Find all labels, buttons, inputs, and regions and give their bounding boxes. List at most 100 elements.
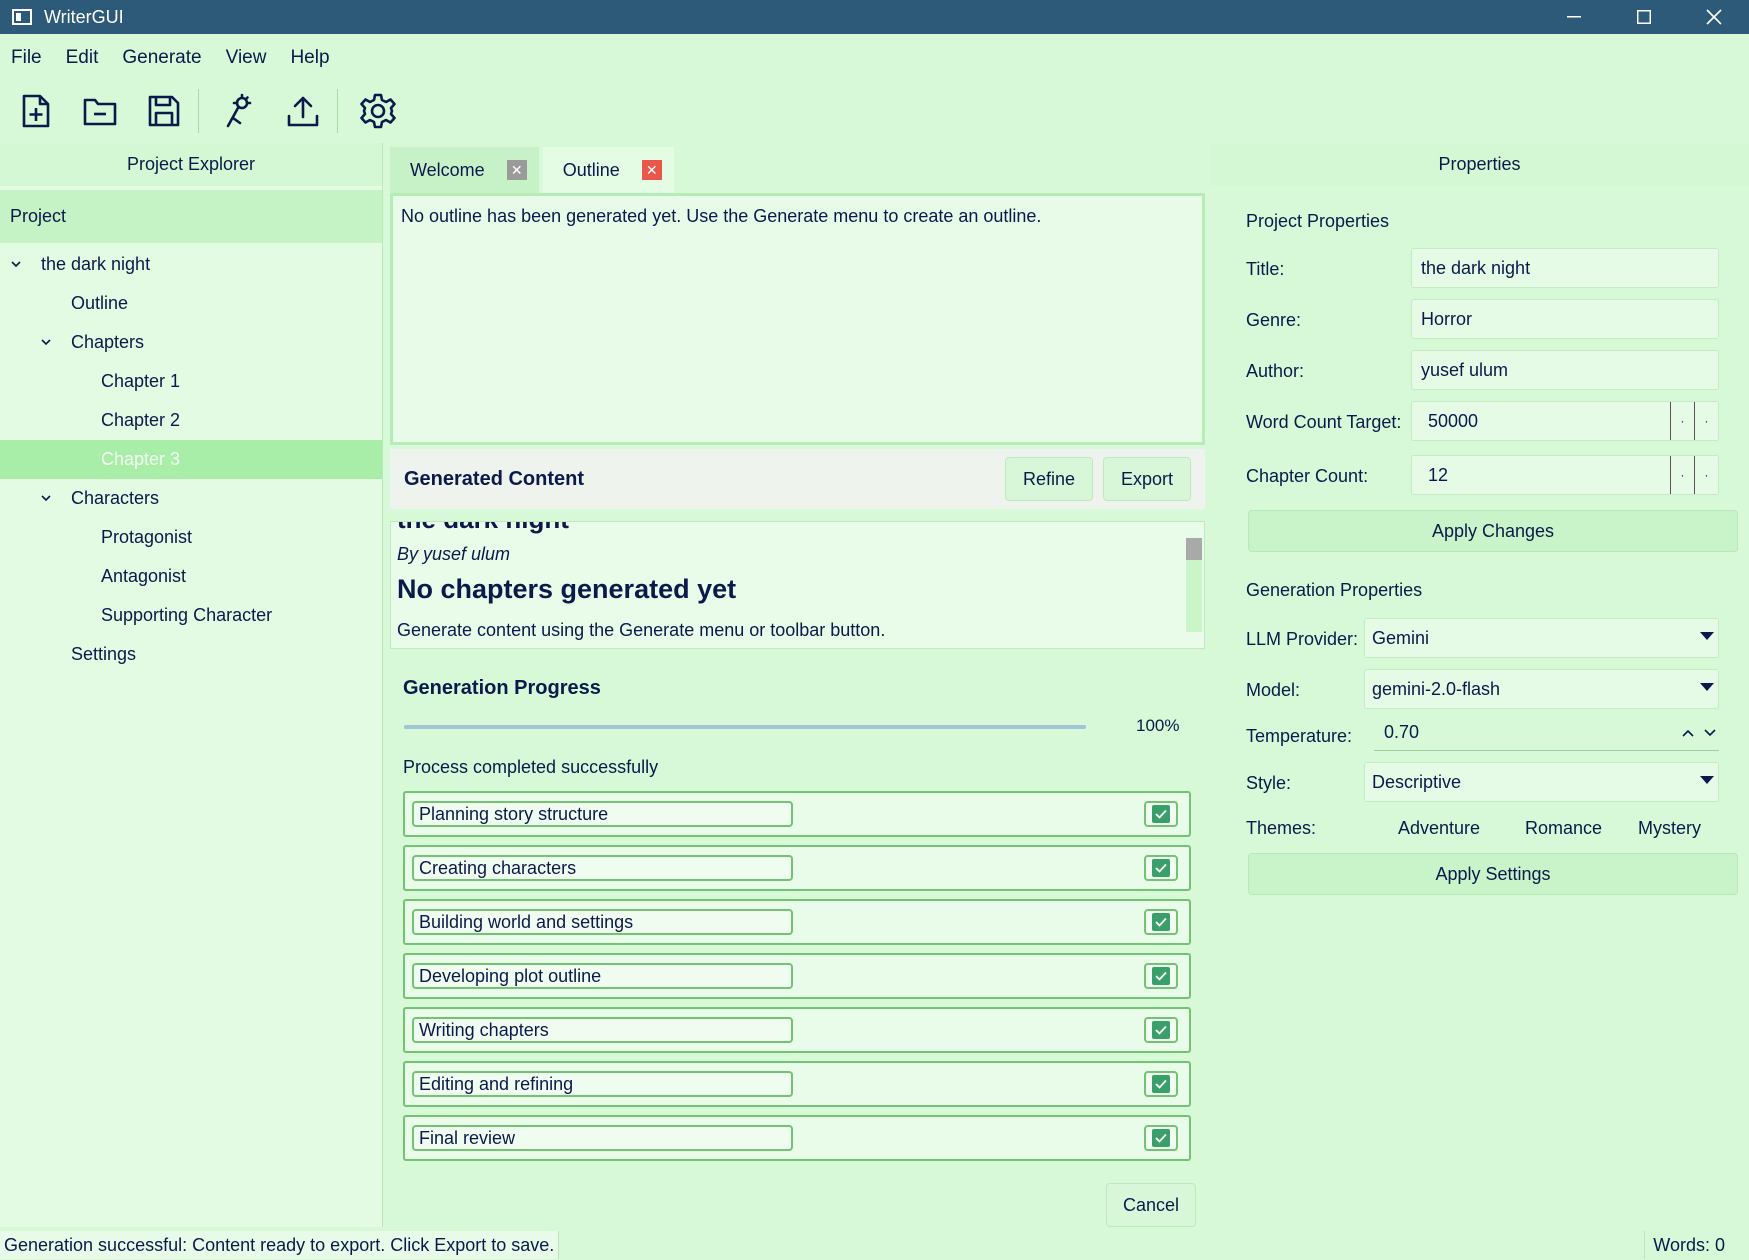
tab-outline[interactable]: Outline ✕ bbox=[542, 147, 674, 193]
menu-generate[interactable]: Generate bbox=[110, 47, 213, 69]
generation-properties-title: Generation Properties bbox=[1246, 580, 1423, 600]
chapter-count-spinbox[interactable]: 12 · · bbox=[1411, 455, 1719, 495]
editor-area: Welcome ✕ Outline ✕ No outline has been … bbox=[384, 143, 1209, 1227]
tree-item-label: Chapters bbox=[71, 332, 145, 352]
close-tab-icon[interactable]: ✕ bbox=[641, 160, 662, 180]
menu-edit[interactable]: Edit bbox=[54, 47, 111, 69]
spin-up-icon[interactable]: · bbox=[1670, 402, 1694, 440]
tree-item-chapter-2[interactable]: Chapter 2 bbox=[0, 401, 382, 440]
cancel-button[interactable]: Cancel bbox=[1106, 1183, 1196, 1227]
menu-view[interactable]: View bbox=[214, 47, 279, 69]
temperature-label: Temperature: bbox=[1246, 726, 1353, 746]
step-checkbox[interactable] bbox=[1144, 1071, 1178, 1097]
maximize-button[interactable] bbox=[1609, 0, 1679, 34]
tab-welcome[interactable]: Welcome ✕ bbox=[390, 147, 539, 193]
content-paragraph: Generate content using the Generate menu… bbox=[397, 620, 886, 640]
chevron-down-icon[interactable] bbox=[1703, 728, 1717, 738]
style-select[interactable]: Descriptive bbox=[1364, 762, 1719, 802]
app-icon bbox=[12, 9, 32, 25]
word-count-spinbox[interactable]: 50000 · · bbox=[1411, 401, 1719, 441]
theme-mystery-option[interactable]: Mystery bbox=[1612, 818, 1701, 839]
apply-settings-button[interactable]: Apply Settings bbox=[1248, 853, 1738, 895]
tree-item-label: Chapter 1 bbox=[101, 371, 181, 391]
content-scrollbar-thumb[interactable] bbox=[1186, 538, 1202, 560]
genre-label: Genre: bbox=[1246, 310, 1302, 330]
minimize-icon bbox=[1567, 16, 1581, 18]
close-window-button[interactable] bbox=[1679, 0, 1749, 34]
genre-field[interactable]: Horror bbox=[1411, 299, 1719, 339]
step-checkbox[interactable] bbox=[1144, 1125, 1178, 1151]
spin-up-icon[interactable]: · bbox=[1670, 456, 1694, 494]
settings-button[interactable] bbox=[354, 87, 402, 135]
toolbar-separator bbox=[198, 89, 199, 133]
tree-item-settings[interactable]: Settings bbox=[0, 635, 382, 674]
checkmark-icon bbox=[1155, 1025, 1167, 1035]
theme-adventure-option[interactable]: Adventure bbox=[1372, 818, 1480, 839]
tree-column-header[interactable]: Project bbox=[0, 190, 382, 243]
progress-title: Generation Progress bbox=[403, 677, 601, 699]
chevron-down-icon[interactable] bbox=[9, 257, 23, 271]
spin-down-icon[interactable]: · bbox=[1694, 402, 1718, 440]
temperature-spinbox[interactable]: 0.70 bbox=[1374, 715, 1719, 751]
radio-icon bbox=[1372, 821, 1386, 836]
model-select[interactable]: gemini-2.0-flash bbox=[1364, 669, 1719, 709]
tree-item-chapters[interactable]: Chapters bbox=[0, 323, 382, 362]
menu-help[interactable]: Help bbox=[278, 47, 341, 69]
export-button[interactable]: Export bbox=[1103, 457, 1191, 501]
title-field[interactable]: the dark night bbox=[1411, 248, 1719, 288]
menu-file[interactable]: File bbox=[0, 47, 54, 69]
step-checkbox[interactable] bbox=[1144, 1017, 1178, 1043]
minimize-button[interactable] bbox=[1539, 0, 1609, 34]
content-title: the dark night bbox=[397, 522, 569, 535]
refine-button[interactable]: Refine bbox=[1005, 457, 1093, 501]
step-checkbox[interactable] bbox=[1144, 801, 1178, 827]
tree-item-chapter-3[interactable]: Chapter 3 bbox=[0, 440, 382, 479]
new-project-button[interactable] bbox=[12, 87, 60, 135]
step-checkbox[interactable] bbox=[1144, 855, 1178, 881]
theme-romance-option[interactable]: Romance bbox=[1499, 818, 1602, 839]
gear-icon bbox=[360, 93, 396, 129]
toolbar-separator bbox=[337, 89, 338, 133]
chevron-up-icon[interactable] bbox=[1681, 728, 1695, 738]
progress-bar-fill bbox=[404, 725, 1086, 729]
step-checkbox[interactable] bbox=[1144, 909, 1178, 935]
apply-changes-button[interactable]: Apply Changes bbox=[1248, 510, 1738, 552]
tree-item-label: Chapter 2 bbox=[101, 410, 181, 430]
chevron-down-icon[interactable] bbox=[39, 335, 53, 349]
generate-button[interactable] bbox=[215, 87, 263, 135]
tree-item-protagonist[interactable]: Protagonist bbox=[0, 518, 382, 557]
author-field[interactable]: yusef ulum bbox=[1411, 350, 1719, 390]
tree-item-label: Characters bbox=[71, 488, 160, 508]
tab-label: Welcome bbox=[410, 159, 485, 180]
step-row: Final review bbox=[403, 1115, 1191, 1161]
generated-content-view[interactable]: the dark night By yusef ulum No chapters… bbox=[390, 521, 1205, 649]
tree-item-label: Antagonist bbox=[101, 566, 187, 586]
checkmark-icon bbox=[1155, 971, 1167, 981]
export-toolbar-button[interactable] bbox=[279, 87, 327, 135]
tree-item-antagonist[interactable]: Antagonist bbox=[0, 557, 382, 596]
step-row: Building world and settings bbox=[403, 899, 1191, 945]
tree-item-outline[interactable]: Outline bbox=[0, 284, 382, 323]
status-bar: Generation successful: Content ready to … bbox=[0, 1230, 1749, 1260]
tree-item-characters[interactable]: Characters bbox=[0, 479, 382, 518]
radio-icon bbox=[1612, 821, 1626, 836]
word-count-status: Words: 0 bbox=[1644, 1231, 1725, 1259]
spin-down-icon[interactable]: · bbox=[1694, 456, 1718, 494]
tree-item-project[interactable]: the dark night bbox=[0, 245, 382, 284]
tree-item-label: the dark night bbox=[41, 254, 151, 274]
open-project-button[interactable] bbox=[76, 87, 124, 135]
chevron-down-icon[interactable] bbox=[39, 491, 53, 505]
step-checkbox[interactable] bbox=[1144, 963, 1178, 989]
tree-item-chapter-1[interactable]: Chapter 1 bbox=[0, 362, 382, 401]
theme-label: Adventure bbox=[1398, 818, 1481, 838]
properties-panel: Properties Project Properties Title: the… bbox=[1210, 143, 1749, 1227]
themes-label: Themes: bbox=[1246, 818, 1317, 838]
generated-content-title: Generated Content bbox=[404, 467, 585, 490]
llm-provider-select[interactable]: Gemini bbox=[1364, 618, 1719, 658]
tree-item-supporting-character[interactable]: Supporting Character bbox=[0, 596, 382, 635]
step-row: Developing plot outline bbox=[403, 953, 1191, 999]
close-tab-icon[interactable]: ✕ bbox=[506, 160, 527, 180]
title-label: Title: bbox=[1246, 259, 1285, 279]
outline-text-area[interactable]: No outline has been generated yet. Use t… bbox=[390, 193, 1205, 445]
save-button[interactable] bbox=[140, 87, 188, 135]
